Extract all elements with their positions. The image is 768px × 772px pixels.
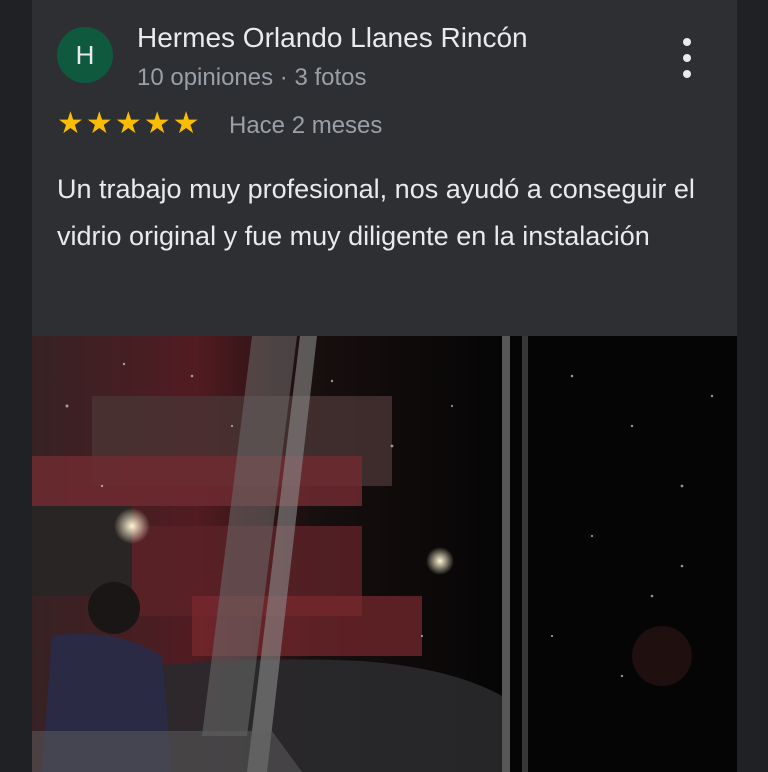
- star-rating: ★ ★ ★ ★ ★: [57, 107, 200, 141]
- star-icon: ★: [114, 107, 142, 140]
- review-photo[interactable]: [32, 336, 737, 772]
- more-dot-icon: [683, 70, 691, 78]
- author-meta: 10 opiniones · 3 fotos: [137, 64, 367, 91]
- review-text: Un trabajo muy profesional, nos ayudó a …: [57, 174, 695, 251]
- review-photo-image: [32, 336, 737, 772]
- star-icon: ★: [57, 107, 84, 140]
- author-name[interactable]: Hermes Orlando Llanes Rincón: [137, 22, 528, 54]
- star-icon: ★: [143, 107, 171, 140]
- more-options-icon[interactable]: [672, 38, 702, 78]
- avatar[interactable]: H: [57, 27, 113, 83]
- avatar-letter: H: [75, 39, 95, 70]
- more-dot-icon: [683, 54, 691, 62]
- review-time: Hace 2 meses: [229, 112, 383, 139]
- review-card: H Hermes Orlando Llanes Rincón 10 opinio…: [32, 0, 737, 772]
- more-dot-icon: [683, 38, 691, 46]
- star-icon: ★: [172, 107, 200, 140]
- star-icon: ★: [85, 107, 113, 140]
